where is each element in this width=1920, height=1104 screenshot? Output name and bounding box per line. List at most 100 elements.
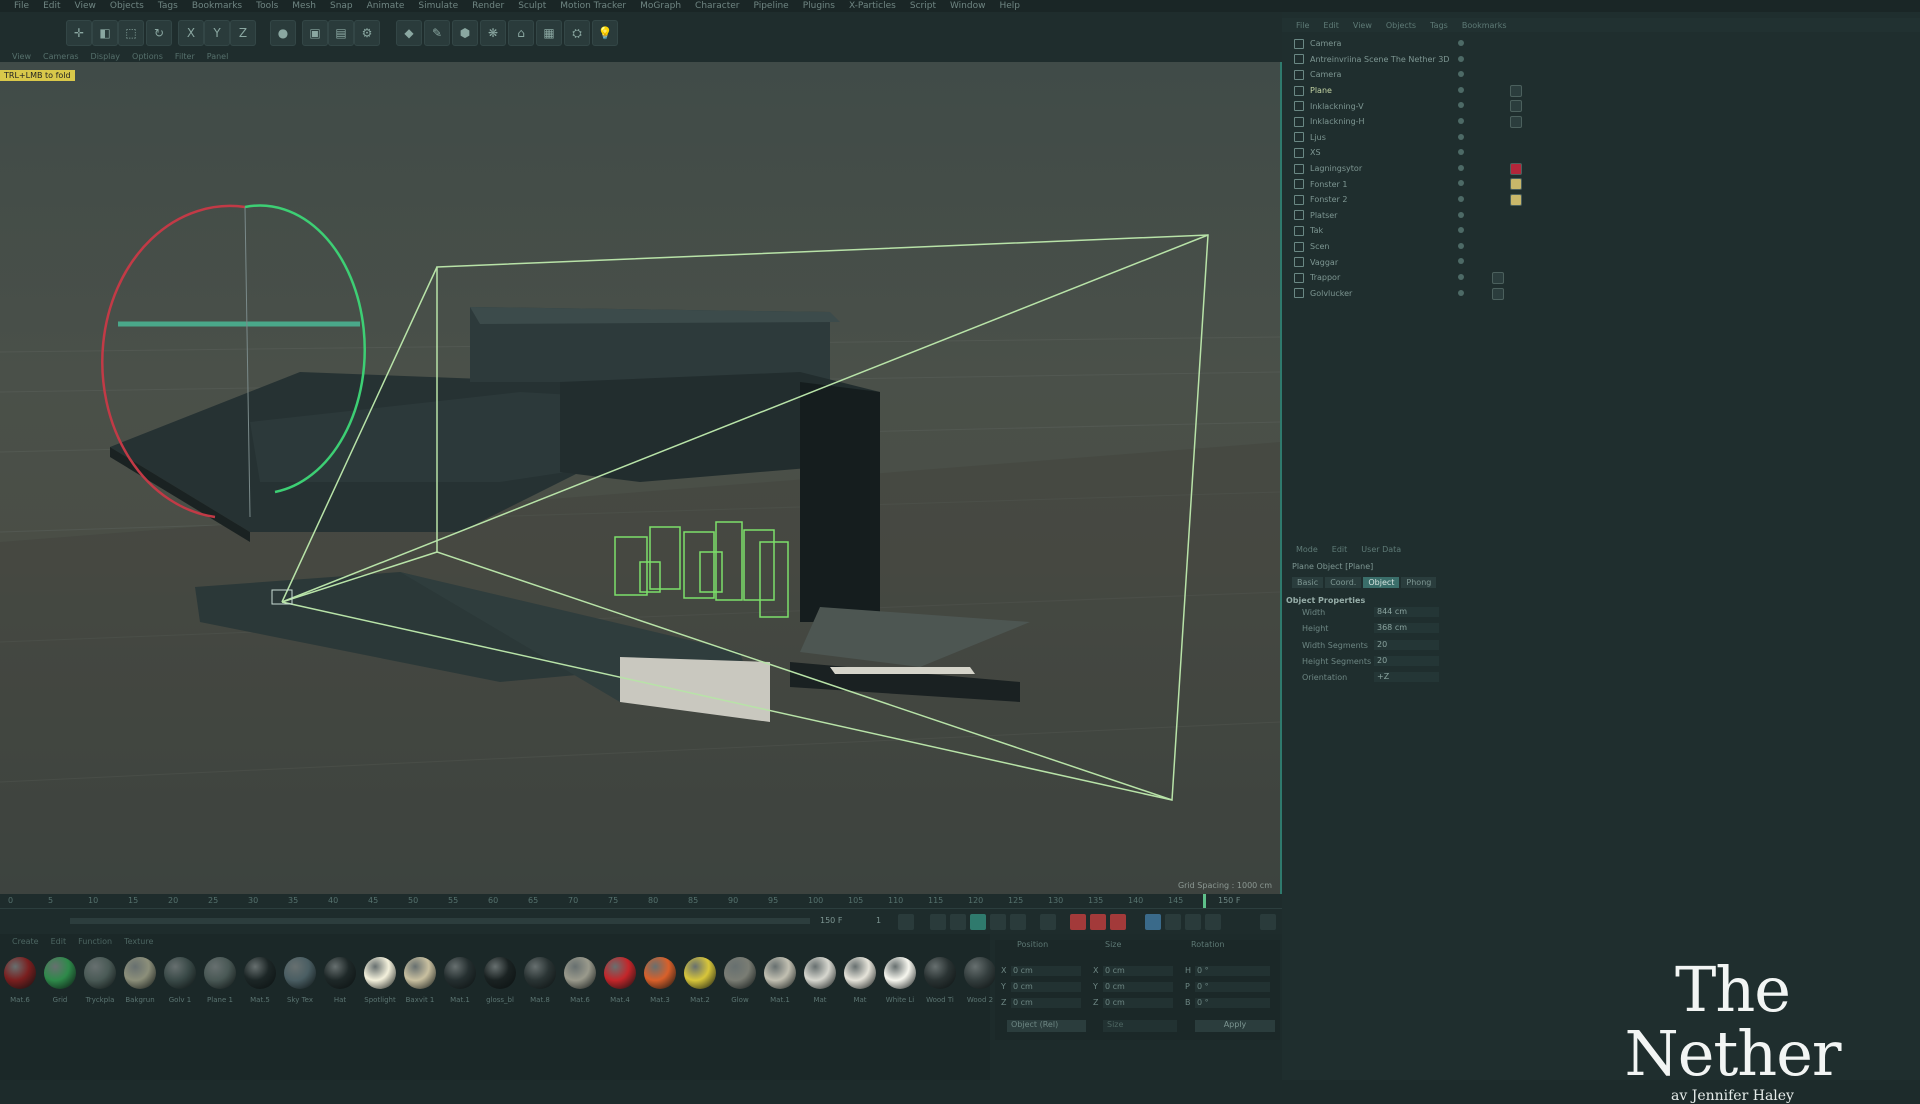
visibility-dot-icon[interactable] [1458,164,1464,171]
size-x-field[interactable]: 0 cm [1105,966,1125,975]
material-swatch[interactable]: Mat.1 [760,954,800,1004]
material-swatch[interactable]: Baxvit 1 [400,954,440,1004]
object-row[interactable]: Ljus [1282,130,1920,146]
menu-item[interactable]: Mesh [292,1,316,11]
attribute-tab[interactable]: Coord. [1325,577,1362,588]
menu-item[interactable]: Pipeline [753,1,788,11]
material-menu-item[interactable]: Function [78,937,112,946]
material-tag-icon[interactable] [1492,271,1504,284]
object-manager-menu-item[interactable]: Bookmarks [1462,21,1507,30]
record-key-icon[interactable] [1070,914,1086,930]
material-swatch[interactable]: Mat.3 [640,954,680,1004]
material-swatch[interactable]: White Li [880,954,920,1004]
attribute-menu-item[interactable]: User Data [1361,545,1401,554]
timeline[interactable]: 0 5 10 15 20 25 30 35 40 45 50 55 60 65 70 75 80 85 90 95 10… [0,894,1282,934]
material-swatch[interactable]: Mat.5 [240,954,280,1004]
position-z-field[interactable]: 0 cm [1013,998,1033,1007]
record-icon[interactable]: ● [270,20,296,46]
current-frame-field[interactable]: 150 F [820,916,842,925]
material-swatch[interactable]: Hat [320,954,360,1004]
material-swatch[interactable]: Mat.6 [0,954,40,1004]
visibility-dot-icon[interactable] [1458,86,1464,93]
property-value-field[interactable]: +Z [1374,672,1439,683]
rotation-p-field[interactable]: 0 ° [1197,982,1209,991]
visibility-dot-icon[interactable] [1458,273,1464,280]
object-row[interactable]: Fonster 2 [1282,192,1920,208]
viewport-menu-item[interactable]: Panel [207,52,229,61]
apply-button[interactable]: Apply [1195,1020,1275,1032]
object-row[interactable]: Inklackning-H [1282,114,1920,130]
material-swatch[interactable]: Grid [40,954,80,1004]
frame-field[interactable]: 1 [876,916,881,925]
material-swatch[interactable]: Spotlight [360,954,400,1004]
timeline-menu-icon[interactable] [1260,914,1276,930]
playhead[interactable] [1203,894,1206,908]
rotation-b-field[interactable]: 0 ° [1197,998,1209,1007]
spline-pen-icon[interactable]: ✎ [424,20,450,46]
property-value-field[interactable]: 20 [1374,655,1439,666]
visibility-dot-icon[interactable] [1458,242,1464,249]
menu-item[interactable]: View [75,1,96,11]
x-axis-lock-icon[interactable]: X [178,20,204,46]
rotation-h-field[interactable]: 0 ° [1197,966,1209,975]
object-row[interactable]: Tak [1282,223,1920,239]
object-row[interactable]: Golvlucker [1282,286,1920,302]
scene-icon[interactable]: ⌂ [508,20,534,46]
viewport-menu-item[interactable]: Filter [175,52,195,61]
object-manager-menu-item[interactable]: Edit [1323,21,1339,30]
z-axis-lock-icon[interactable]: Z [230,20,256,46]
material-tag-icon[interactable] [1510,193,1522,206]
menu-item[interactable]: File [14,1,29,11]
viewport-menu-item[interactable]: Display [91,52,121,61]
render-view-icon[interactable]: ▣ [302,20,328,46]
rotate-tool-icon[interactable]: ↻ [146,20,172,46]
material-tag-icon[interactable] [1510,178,1522,191]
play-icon[interactable] [970,914,986,930]
material-swatch[interactable]: Mat [840,954,880,1004]
viewport-menu-item[interactable]: Options [132,52,163,61]
menu-item[interactable]: Sculpt [518,1,546,11]
position-key-icon[interactable] [1145,914,1161,930]
menu-item[interactable]: Simulate [418,1,458,11]
visibility-dot-icon[interactable] [1458,227,1464,234]
material-tag-icon[interactable] [1510,162,1522,175]
material-tag-icon[interactable] [1510,115,1522,128]
cube-primitive-icon[interactable]: ◆ [396,20,422,46]
light-icon[interactable]: 💡 [592,20,618,46]
timeline-ruler[interactable]: 0 5 10 15 20 25 30 35 40 45 50 55 60 65 70 75 80 85 90 95 10… [0,894,1282,909]
object-manager-menu-item[interactable]: Tags [1430,21,1448,30]
menu-item[interactable]: X-Particles [849,1,896,11]
param-key-icon[interactable] [1205,914,1221,930]
menu-item[interactable]: Objects [110,1,144,11]
render-settings-icon[interactable]: ⚙ [354,20,380,46]
position-x-field[interactable]: 0 cm [1013,966,1033,975]
object-row[interactable]: Scen [1282,239,1920,255]
visibility-dot-icon[interactable] [1458,133,1464,140]
size-y-field[interactable]: 0 cm [1105,982,1125,991]
visibility-dot-icon[interactable] [1458,71,1464,78]
material-swatch[interactable]: Tryckpla [80,954,120,1004]
keyframe-selection-icon[interactable] [1110,914,1126,930]
material-swatch[interactable]: Mat [800,954,840,1004]
visibility-dot-icon[interactable] [1458,102,1464,109]
prev-frame-icon[interactable] [950,914,966,930]
attribute-menu-item[interactable]: Mode [1296,545,1318,554]
material-swatch[interactable]: Mat.4 [600,954,640,1004]
material-swatch[interactable]: Sky Tex [280,954,320,1004]
menu-item[interactable]: Tools [256,1,278,11]
visibility-dot-icon[interactable] [1458,195,1464,202]
object-row[interactable]: Vaggar [1282,254,1920,270]
move-tool-icon[interactable]: ✛ [66,20,92,46]
menu-item[interactable]: Snap [330,1,353,11]
menu-item[interactable]: Script [910,1,936,11]
menu-item[interactable]: Motion Tracker [560,1,626,11]
material-menu-item[interactable]: Create [12,937,39,946]
go-to-end-icon[interactable] [1040,914,1056,930]
object-row[interactable]: Plane [1282,83,1920,99]
camera-icon[interactable]: ⛭ [564,20,590,46]
visibility-dot-icon[interactable] [1458,149,1464,156]
menu-item[interactable]: Edit [43,1,60,11]
menu-item[interactable]: Character [695,1,739,11]
position-y-field[interactable]: 0 cm [1013,982,1033,991]
menu-item[interactable]: MoGraph [640,1,681,11]
